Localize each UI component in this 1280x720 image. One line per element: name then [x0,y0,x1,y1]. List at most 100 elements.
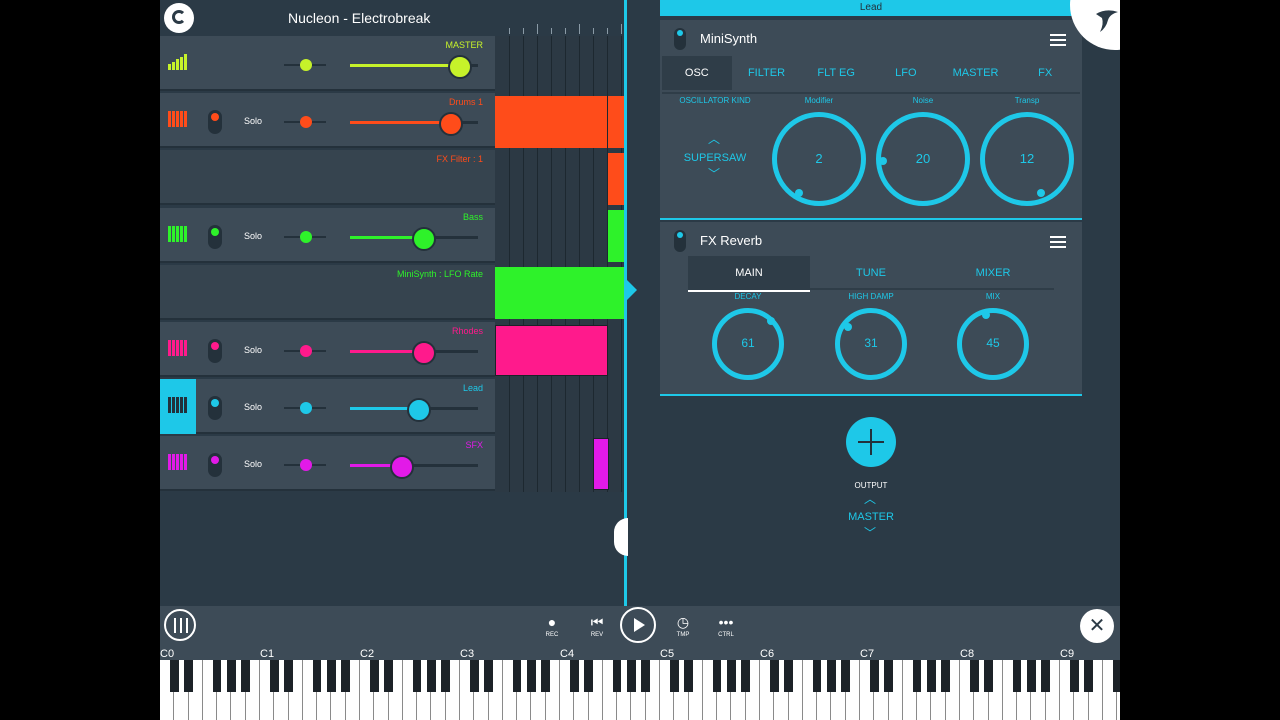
level-meter-icon[interactable] [168,54,187,70]
mute-toggle[interactable] [208,224,222,249]
solo-button[interactable]: Solo [244,402,262,412]
black-key[interactable] [670,660,679,692]
solo-button[interactable]: Solo [244,231,262,241]
volume-slider[interactable] [350,226,478,251]
mute-toggle[interactable] [208,339,222,363]
tab-minisynth-lfo[interactable]: LFO [871,56,941,90]
black-key[interactable] [341,660,350,692]
black-key[interactable] [941,660,950,692]
black-key[interactable] [884,660,893,692]
black-key[interactable] [627,660,636,692]
black-key[interactable] [541,660,550,692]
track-row[interactable]: Lead Solo [160,379,495,435]
black-key[interactable] [812,660,822,692]
tempo-button[interactable]: ◷ TMP [668,612,698,646]
black-key[interactable] [984,660,993,692]
reverb-knob[interactable]: 45 [957,308,1029,380]
app-logo-icon[interactable] [164,3,194,33]
tab-reverb-tune[interactable]: TUNE [810,256,932,290]
track-row[interactable]: Drums 1 Solo [160,93,495,149]
record-button[interactable]: ● REC [537,612,567,646]
mute-toggle[interactable] [208,453,222,478]
black-key[interactable] [512,660,522,692]
track-row[interactable]: Bass Solo [160,207,495,263]
solo-button[interactable]: Solo [244,116,262,126]
tab-minisynth-filter[interactable]: FILTER [732,56,802,90]
timeline-ruler[interactable] [495,0,625,36]
tab-reverb-main[interactable]: MAIN [688,256,810,292]
black-key[interactable] [684,660,693,692]
clip-lfo-automation[interactable] [495,267,625,319]
pan-slider[interactable] [284,59,326,71]
black-key[interactable] [427,660,436,692]
black-key[interactable] [741,660,750,692]
black-key[interactable] [370,660,379,692]
pan-slider[interactable] [284,116,326,129]
track-row[interactable]: Rhodes Solo [160,322,495,377]
black-key[interactable] [712,660,722,692]
volume-slider[interactable] [350,341,478,365]
black-key[interactable] [384,660,393,692]
output-value[interactable]: MASTER [821,511,921,523]
black-key[interactable] [470,660,479,692]
black-key[interactable] [584,660,593,692]
close-icon[interactable]: ✕ [1080,609,1114,643]
panel-divider[interactable] [624,0,627,606]
black-key[interactable] [227,660,236,692]
osc-kind-up-icon[interactable]: ︿ [708,130,720,147]
tab-minisynth-flt-eg[interactable]: FLT EG [801,56,871,90]
minisynth-knob[interactable]: 12 [980,112,1074,206]
volume-slider[interactable] [350,112,478,137]
black-key[interactable] [612,660,622,692]
tab-minisynth-osc[interactable]: OSC [662,56,732,90]
black-key[interactable] [284,660,293,692]
black-key[interactable] [912,660,922,692]
pan-slider[interactable] [284,230,326,243]
mute-toggle[interactable] [208,110,222,135]
solo-button[interactable]: Solo [244,345,262,355]
scroll-handle[interactable] [614,518,628,556]
reverb-power-toggle[interactable] [674,230,686,252]
black-key[interactable] [641,660,650,692]
minisynth-power-toggle[interactable] [674,28,686,50]
black-key[interactable] [870,660,879,692]
black-key[interactable] [770,660,779,692]
clip-bass[interactable] [608,210,625,262]
osc-kind-down-icon[interactable]: ﹀ [708,165,720,182]
black-key[interactable] [441,660,450,692]
black-key[interactable] [841,660,850,692]
piano-keyboard[interactable]: C0 C1 C2 C3 C4 C5 C6 C7 C8 C9 [160,648,1120,720]
oscillator-kind-value[interactable]: SUPERSAW [670,152,760,164]
mute-toggle[interactable] [208,396,222,421]
black-key[interactable] [327,660,336,692]
black-key[interactable] [1027,660,1036,692]
keyboard-icon[interactable] [168,397,187,414]
black-key[interactable] [527,660,536,692]
black-key[interactable] [784,660,793,692]
output-up-icon[interactable]: ︿ [864,490,876,507]
black-key[interactable] [927,660,936,692]
mixer-icon[interactable] [164,609,196,641]
clip-fx-filter[interactable] [608,153,625,205]
pan-slider[interactable] [284,345,326,357]
black-key[interactable] [1012,660,1022,692]
minisynth-knob[interactable]: 20 [876,112,970,206]
tab-reverb-mixer[interactable]: MIXER [932,256,1054,290]
black-key[interactable] [827,660,836,692]
black-key[interactable] [1041,660,1050,692]
volume-slider[interactable] [350,55,478,79]
clip-rhodes[interactable] [495,325,608,376]
clip-sfx[interactable] [593,438,609,490]
black-key[interactable] [727,660,736,692]
black-key[interactable] [412,660,422,692]
black-key[interactable] [1070,660,1079,692]
black-key[interactable] [270,660,279,692]
minisynth-knob[interactable]: 2 [772,112,866,206]
pan-slider[interactable] [284,459,326,472]
black-key[interactable] [484,660,493,692]
black-key[interactable] [1112,660,1120,692]
tab-minisynth-fx[interactable]: FX [1010,56,1080,90]
black-key[interactable] [212,660,222,692]
black-key[interactable] [970,660,979,692]
black-key[interactable] [184,660,193,692]
